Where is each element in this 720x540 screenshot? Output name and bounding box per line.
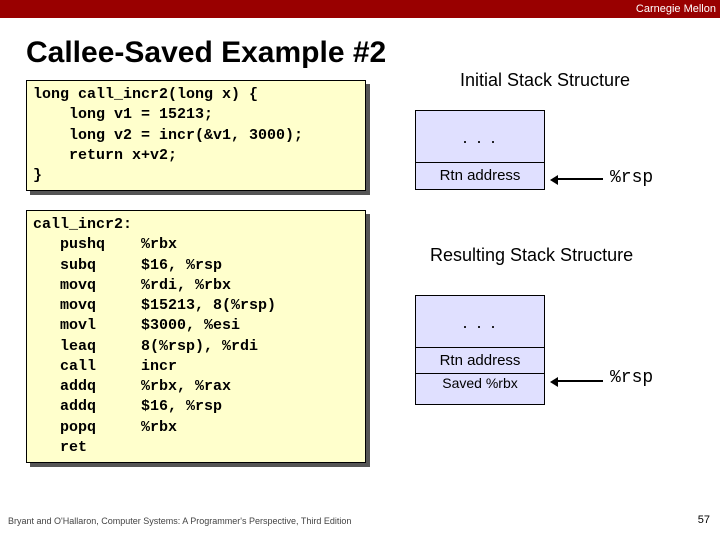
c-code-box: long call_incr2(long x) { long v1 = 1521… [26,80,366,191]
stack-cell-dots: . . . [416,111,544,163]
resulting-stack-label: Resulting Stack Structure [430,245,633,266]
page-number: 57 [698,514,710,526]
initial-stack: . . . Rtn address [415,110,545,190]
stack-cell-rtn: Rtn address [416,348,544,374]
top-bar: Carnegie Mellon [0,0,720,18]
stack-cell-rtn: Rtn address [416,163,544,189]
arrow-icon [553,178,603,180]
arrow-icon [553,380,603,382]
resulting-stack: . . . Rtn address Saved %rbx [415,295,545,405]
asm-code-box: call_incr2: pushq %rbx subq $16, %rsp mo… [26,210,366,463]
rsp-label-2: %rsp [610,368,653,388]
brand-label: Carnegie Mellon [636,3,716,15]
rsp-label-1: %rsp [610,168,653,188]
slide-content: long call_incr2(long x) { long v1 = 1521… [0,80,720,530]
stack-cell-dots: . . . [416,296,544,348]
footer-text: Bryant and O'Hallaron, Computer Systems:… [8,516,351,526]
initial-stack-label: Initial Stack Structure [460,70,630,91]
stack-cell-saved: Saved %rbx [416,374,544,404]
